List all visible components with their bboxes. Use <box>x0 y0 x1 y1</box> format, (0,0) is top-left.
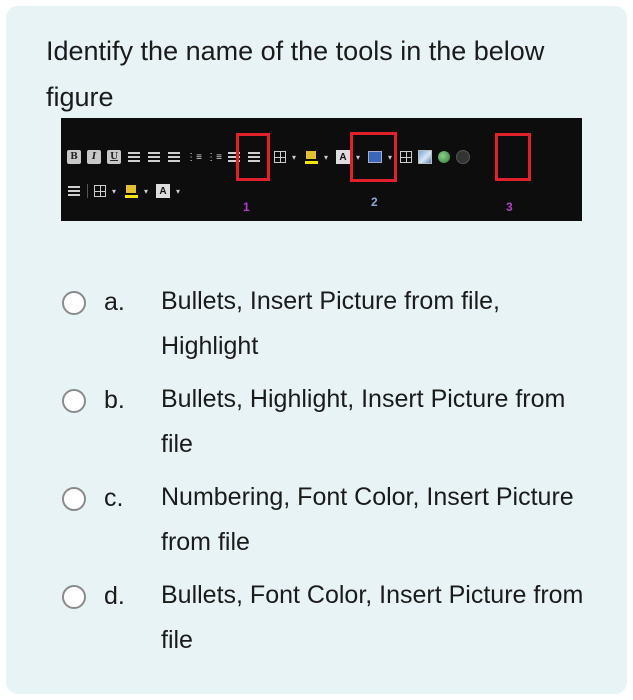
chevron-down-icon: ▾ <box>144 186 149 196</box>
option-b-letter: b. <box>104 386 125 414</box>
insert-link-icon <box>438 151 450 163</box>
circle-icon <box>456 150 470 164</box>
figure-label-2: 2 <box>371 195 378 209</box>
insert-picture-icon <box>418 150 432 164</box>
figure-label-3: 3 <box>506 200 513 214</box>
italic-icon: I <box>87 150 101 164</box>
option-d-letter: d. <box>104 582 125 610</box>
table-icon <box>94 185 106 197</box>
option-c[interactable]: c. Numbering, Font Color, Insert Picture… <box>62 481 602 571</box>
highlight-icon <box>304 150 318 164</box>
highlight-icon <box>124 184 138 198</box>
option-b[interactable]: b. Bullets, Highlight, Insert Picture fr… <box>62 383 602 473</box>
option-b-radio[interactable] <box>62 389 86 413</box>
font-color-icon: A <box>336 150 350 164</box>
chevron-down-icon: ▾ <box>324 152 329 162</box>
option-b-text: Bullets, Highlight, Insert Picture from … <box>161 385 566 458</box>
toolbar-row-2: ▾ ▾ A ▾ <box>67 184 182 198</box>
option-a-radio[interactable] <box>62 291 86 315</box>
option-d[interactable]: d. Bullets, Font Color, Insert Picture f… <box>62 579 602 669</box>
align-center-icon <box>147 150 161 164</box>
highlight-box-2 <box>350 132 397 182</box>
toolbar-figure: B I U ⋮≡ ⋮≡ ▾ ▾ A ▾ ▾ ▾ ▾ A ▾ 1 2 3 <box>61 118 582 221</box>
align-right-icon <box>167 150 181 164</box>
align-left-icon <box>127 150 141 164</box>
highlight-box-1 <box>236 133 270 181</box>
bullets-icon: ⋮≡ <box>206 151 222 163</box>
chevron-down-icon: ▾ <box>176 186 181 196</box>
numbering-icon: ⋮≡ <box>186 151 202 163</box>
underline-icon: U <box>107 150 121 164</box>
option-c-radio[interactable] <box>62 487 86 511</box>
figure-label-1: 1 <box>243 200 250 214</box>
bold-icon: B <box>67 150 81 164</box>
question-text: Identify the name of the tools in the be… <box>46 36 545 112</box>
chevron-down-icon: ▾ <box>292 152 297 162</box>
option-d-text: Bullets, Font Color, Insert Picture from… <box>161 581 584 654</box>
option-a-letter: a. <box>104 288 125 316</box>
option-a[interactable]: a. Bullets, Insert Picture from file, Hi… <box>62 285 602 375</box>
font-color-icon: A <box>156 184 170 198</box>
chevron-down-icon: ▾ <box>112 186 117 196</box>
insert-table-icon <box>400 151 412 163</box>
increase-indent-icon <box>67 184 81 198</box>
option-c-letter: c. <box>104 484 124 512</box>
option-d-radio[interactable] <box>62 585 86 609</box>
option-a-text: Bullets, Insert Picture from file, Highl… <box>161 287 501 360</box>
option-c-text: Numbering, Font Color, Insert Picture fr… <box>161 483 574 556</box>
table-icon <box>274 151 286 163</box>
highlight-box-3 <box>495 133 531 181</box>
separator <box>87 184 88 198</box>
